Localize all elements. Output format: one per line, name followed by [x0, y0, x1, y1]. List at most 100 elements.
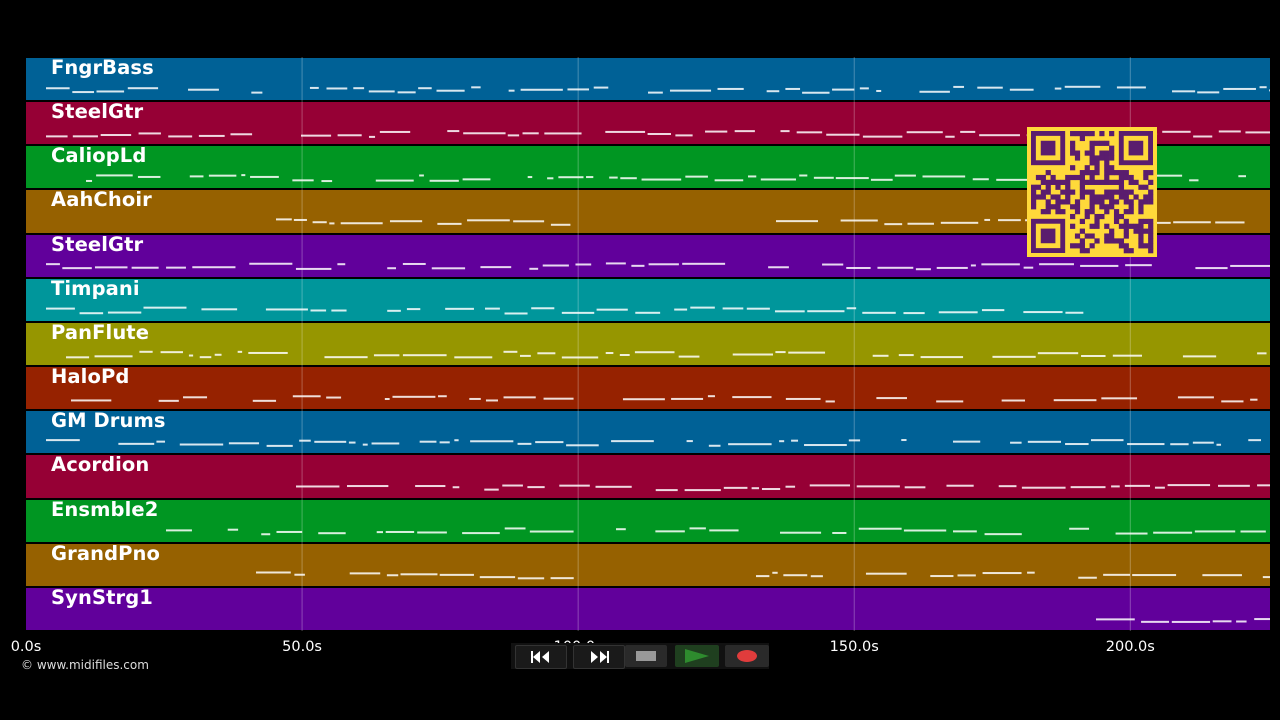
note — [898, 354, 914, 357]
note — [131, 266, 159, 269]
note — [586, 176, 594, 179]
note — [480, 266, 512, 269]
note — [295, 267, 332, 270]
note — [813, 176, 834, 179]
note — [952, 530, 977, 533]
note — [992, 355, 1036, 358]
note — [454, 439, 459, 442]
note — [241, 174, 246, 177]
note — [775, 351, 786, 354]
note — [1070, 486, 1106, 489]
note — [1154, 486, 1165, 489]
note — [1081, 354, 1106, 357]
note — [535, 441, 564, 444]
note — [872, 354, 889, 357]
play-button[interactable] — [675, 645, 719, 667]
note — [684, 489, 721, 492]
note — [981, 263, 1020, 266]
note — [953, 85, 965, 88]
note — [1173, 221, 1211, 224]
note — [945, 135, 955, 138]
note — [324, 356, 368, 359]
fast-forward-button[interactable] — [573, 645, 625, 669]
note — [826, 133, 860, 136]
note — [919, 90, 950, 93]
note — [972, 178, 989, 181]
note — [550, 577, 574, 580]
note — [1238, 175, 1246, 178]
note — [832, 531, 847, 534]
note — [96, 90, 125, 93]
note — [1218, 130, 1241, 133]
qr-code[interactable] — [1027, 127, 1157, 257]
note — [593, 86, 609, 89]
note — [166, 529, 192, 532]
note — [946, 484, 974, 487]
note — [387, 267, 397, 270]
note — [527, 486, 545, 489]
note — [809, 484, 851, 487]
note — [835, 177, 869, 180]
note — [340, 222, 383, 225]
note — [214, 353, 222, 356]
note — [822, 263, 844, 266]
note — [94, 266, 128, 269]
note — [375, 179, 414, 182]
note — [192, 266, 236, 269]
note — [502, 484, 523, 487]
note — [296, 485, 340, 488]
note — [1172, 90, 1196, 93]
note — [1221, 400, 1244, 403]
qr-code-image — [1031, 131, 1154, 254]
note — [1141, 620, 1170, 623]
note — [513, 220, 545, 223]
note — [431, 267, 466, 270]
note — [1101, 397, 1138, 400]
time-tick-label: 200.0s — [1105, 639, 1155, 655]
note — [840, 219, 878, 222]
record-button[interactable] — [725, 645, 769, 667]
note — [1096, 618, 1135, 621]
stop-button[interactable] — [625, 645, 667, 667]
note — [337, 134, 362, 137]
note — [1248, 439, 1261, 442]
note — [859, 87, 869, 90]
note — [266, 444, 293, 447]
note — [1162, 130, 1191, 133]
note — [265, 308, 308, 311]
note — [543, 397, 574, 400]
note — [337, 263, 346, 266]
note — [1171, 620, 1211, 623]
note — [734, 130, 755, 133]
note — [469, 397, 481, 400]
note — [567, 88, 590, 91]
note — [1254, 618, 1270, 621]
note — [160, 351, 183, 354]
stop-icon — [636, 651, 656, 661]
note — [678, 355, 700, 358]
note — [418, 87, 432, 90]
note — [529, 530, 574, 533]
note — [463, 132, 506, 135]
note — [118, 442, 155, 445]
note — [685, 175, 708, 178]
note — [251, 91, 263, 94]
note — [783, 574, 808, 577]
note — [329, 222, 335, 225]
note — [166, 266, 186, 269]
note — [785, 485, 796, 488]
note — [977, 86, 1003, 89]
note — [143, 306, 187, 309]
note — [1193, 135, 1213, 138]
note — [237, 350, 243, 353]
note — [199, 356, 212, 359]
note — [796, 131, 823, 134]
play-icon — [685, 649, 709, 663]
note — [471, 86, 481, 89]
note — [188, 88, 219, 91]
note — [1170, 443, 1189, 446]
note — [188, 354, 194, 357]
rewind-button[interactable] — [515, 645, 567, 669]
note — [1027, 440, 1061, 443]
note — [138, 132, 161, 135]
